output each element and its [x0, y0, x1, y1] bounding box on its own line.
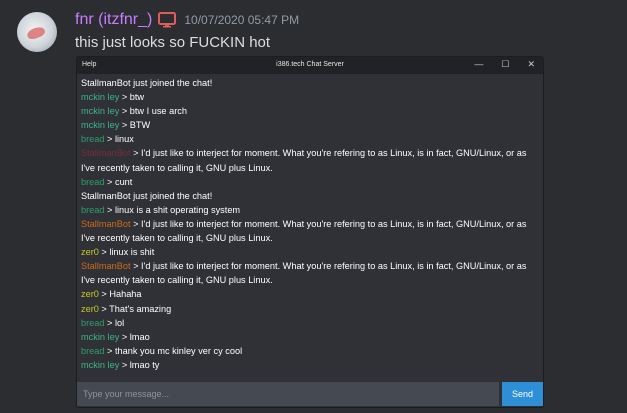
chat-sender: zer0: [81, 289, 99, 300]
username[interactable]: fnr (itzfnr_): [75, 11, 152, 29]
monitor-icon: [158, 12, 177, 28]
chat-line: StallmanBot just joined the chat!: [81, 189, 539, 203]
chat-text: > lmao ty: [119, 359, 160, 370]
chat-line: bread > linux: [81, 132, 539, 146]
message-header: fnr (itzfnr_) 10/07/2020 05:47 PM: [75, 11, 299, 29]
chat-text: > lmao: [119, 331, 150, 342]
chat-sender: StallmanBot: [81, 261, 131, 272]
chat-line: StallmanBot > I'd just like to interject…: [81, 217, 539, 245]
chat-line: mckin ley > btw I use arch: [81, 104, 539, 118]
chat-text: > linux: [104, 134, 134, 145]
chat-sender: mckin ley: [81, 331, 120, 342]
chat-line: zer0 > linux is shit: [81, 245, 539, 259]
chat-sender: mckin ley: [81, 359, 120, 370]
chat-text: StallmanBot just joined the chat!: [81, 78, 213, 88]
chat-line: bread > cunt: [81, 175, 539, 189]
chat-line: StallmanBot > I'd just like to interject…: [81, 146, 539, 174]
message-text: this just looks so FUCKIN hot: [75, 34, 271, 51]
chat-sender: bread: [81, 176, 105, 187]
chat-text: StallmanBot just joined the chat!: [81, 190, 213, 201]
chat-sender: bread: [81, 134, 105, 145]
chat-text: > thank you mc kinley ver cy cool: [104, 345, 243, 356]
chat-line: mckin ley > BTW: [81, 118, 539, 132]
timestamp: 10/07/2020 05:47 PM: [184, 13, 300, 27]
chat-text: > linux is a shit operating system: [104, 204, 241, 215]
input-bar: Send: [77, 382, 543, 406]
chat-line: StallmanBot > I'd just like to interject…: [81, 259, 539, 287]
chat-sender: bread: [81, 345, 105, 356]
chat-line: zer0 > Hahaha: [81, 287, 539, 301]
send-button[interactable]: Send: [502, 382, 543, 406]
chat-text: > I'd just like to interject for moment.…: [81, 218, 527, 244]
chat-text: > btw I use arch: [119, 106, 187, 117]
chat-line: bread > lol: [81, 316, 539, 330]
embedded-screenshot[interactable]: Help i386.tech Chat Server — ☐ ✕ Stallma…: [76, 56, 544, 408]
chat-text: > btw: [119, 92, 145, 103]
chat-text: > linux is shit: [98, 247, 155, 258]
chat-line: mckin ley > btw: [81, 90, 539, 104]
chat-text: > I'd just like to interject for moment.…: [81, 148, 527, 173]
chat-sender: mckin ley: [81, 106, 120, 117]
chat-line: zer0 > That's amazing: [81, 302, 539, 316]
chat-sender: bread: [81, 204, 105, 215]
chat-text: > cunt: [104, 176, 133, 187]
avatar[interactable]: [17, 12, 57, 52]
chat-text: > lol: [104, 317, 125, 328]
chat-sender: mckin ley: [81, 92, 120, 103]
chat-line: mckin ley > lmao: [81, 330, 539, 344]
chat-sender: StallmanBot: [81, 148, 131, 159]
chat-sender: zer0: [81, 247, 99, 258]
chat-text: > BTW: [119, 120, 151, 131]
chat-sender: zer0: [81, 303, 99, 314]
chat-log: StallmanBot just joined the chat! mckin l…: [81, 66, 539, 386]
chat-text: > That's amazing: [98, 303, 172, 314]
chat-text: > I'd just like to interject for moment.…: [81, 261, 527, 286]
chat-text: > Hahaha: [98, 289, 142, 300]
discord-message: fnr (itzfnr_) 10/07/2020 05:47 PM this j…: [0, 0, 627, 413]
chat-line: mckin ley > lmao ty: [81, 358, 539, 372]
chat-sender: bread: [81, 317, 105, 328]
chat-line: bread > thank you mc kinley ver cy cool: [81, 344, 539, 358]
chat-line: bread > linux is a shit operating system: [81, 203, 539, 217]
chat-sender: StallmanBot: [81, 218, 131, 229]
chat-sender: mckin ley: [81, 120, 120, 131]
chat-line: StallmanBot just joined the chat!: [81, 76, 539, 90]
message-input[interactable]: [77, 382, 499, 406]
